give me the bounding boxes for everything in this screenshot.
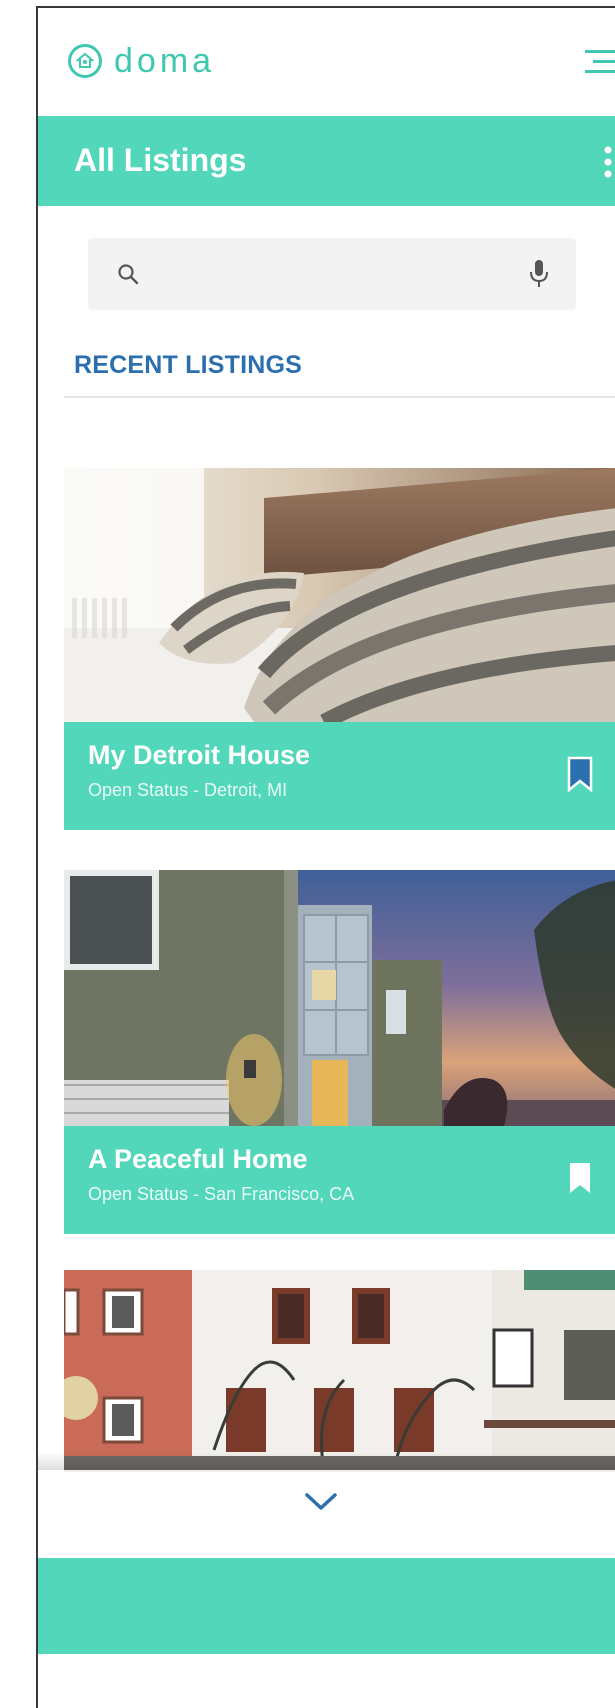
list-bottom-divider bbox=[64, 1470, 615, 1472]
section-divider bbox=[64, 396, 615, 398]
bookmark-icon[interactable] bbox=[567, 1160, 593, 1196]
scroll-fade bbox=[38, 1452, 615, 1470]
listing-photo-modern-house bbox=[64, 870, 615, 1126]
brand-name: doma bbox=[114, 42, 216, 80]
app-frame: doma All Listings RECENT LISTINGS My Det… bbox=[36, 6, 615, 1708]
listing-photo-townhouses bbox=[64, 1270, 615, 1470]
listing-subtitle: Open Status - Detroit, MI bbox=[88, 780, 288, 800]
listing-info: A Peaceful Home Open Status - San Franci… bbox=[64, 1126, 615, 1234]
app-bar: All Listings bbox=[38, 116, 615, 206]
listing-info: My Detroit House Open Status - Detroit, … bbox=[64, 722, 615, 830]
chevron-down-icon[interactable] bbox=[303, 1490, 339, 1514]
listing-title: My Detroit House bbox=[88, 740, 311, 770]
section-title: RECENT LISTINGS bbox=[74, 351, 303, 379]
listing-photo-bedroom bbox=[64, 468, 615, 722]
microphone-icon[interactable] bbox=[528, 258, 550, 290]
brand-logo[interactable]: doma bbox=[68, 44, 215, 78]
search-input[interactable] bbox=[160, 238, 500, 310]
top-bar: doma bbox=[38, 8, 615, 116]
hamburger-icon[interactable] bbox=[585, 48, 615, 76]
listing-subtitle: Open Status - San Francisco, CA bbox=[88, 1184, 355, 1204]
vertical-dots-icon[interactable] bbox=[603, 146, 613, 178]
search-bar bbox=[88, 238, 576, 310]
bottom-bar bbox=[38, 1558, 615, 1654]
bookmark-icon[interactable] bbox=[567, 756, 593, 793]
listing-title: A Peaceful Home bbox=[88, 1144, 308, 1174]
house-circle-icon bbox=[68, 44, 102, 78]
search-icon[interactable] bbox=[116, 262, 140, 286]
page-title: All Listings bbox=[74, 142, 247, 178]
